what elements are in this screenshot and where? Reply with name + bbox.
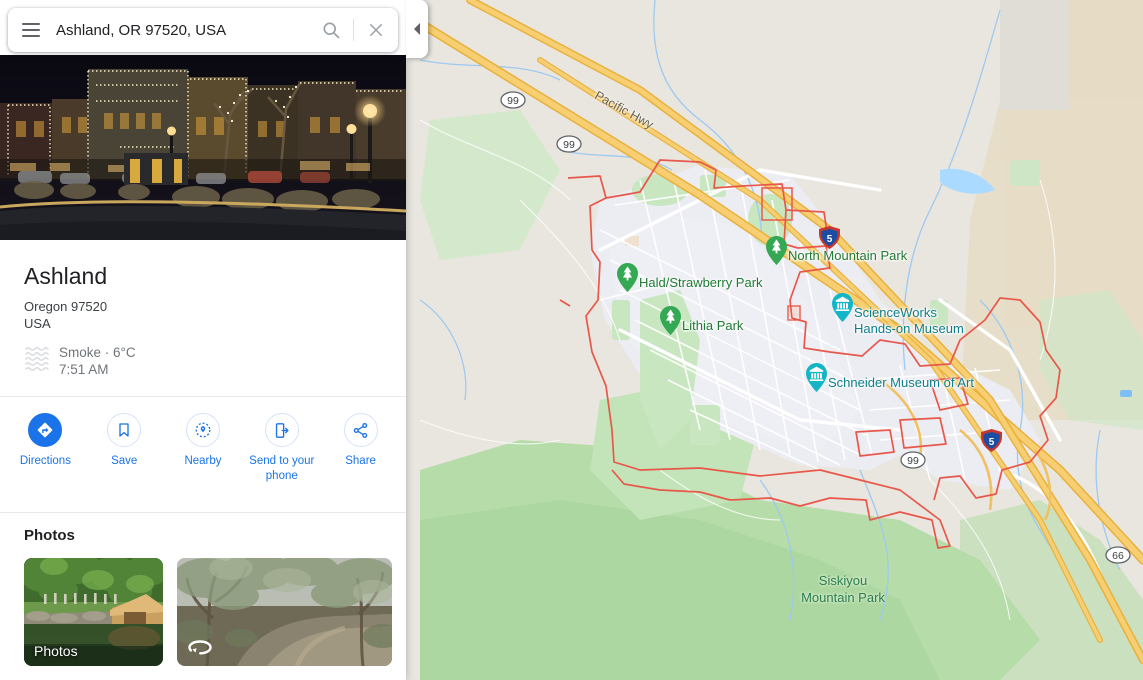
svg-text:99: 99: [907, 455, 919, 467]
send-to-phone-icon: [264, 413, 299, 447]
map-road-label: Pacific Hwy: [592, 88, 656, 132]
search-bar: [8, 8, 398, 52]
hamburger-menu-icon[interactable]: [8, 8, 54, 52]
place-title: Ashland: [24, 263, 108, 289]
map-poi-label[interactable]: North Mountain Park: [788, 248, 907, 264]
weather-time: 7:51 AM: [59, 362, 109, 377]
highway-shield: 5: [981, 429, 1002, 452]
360-icon: [188, 640, 212, 655]
save-button[interactable]: Save: [85, 413, 164, 469]
park-pin-icon: [617, 263, 638, 292]
map-poi-marker[interactable]: [806, 363, 827, 392]
hero-night-street-scene: [0, 55, 406, 240]
svg-text:99: 99: [563, 139, 575, 151]
svg-text:66: 66: [1112, 550, 1124, 562]
send-to-phone-button[interactable]: Send to your phone: [242, 413, 321, 484]
collapse-panel-button[interactable]: [406, 0, 428, 58]
search-input[interactable]: [54, 21, 309, 39]
map-poi-label[interactable]: Lithia Park: [682, 318, 743, 334]
search-icon[interactable]: [309, 8, 353, 52]
map-poi-marker[interactable]: [660, 306, 681, 335]
park-pin-icon: [660, 306, 681, 335]
bookmark-icon: [107, 413, 142, 447]
map-poi-marker[interactable]: [832, 293, 853, 322]
weather-info: Smoke · 6°C 7:51 AM: [24, 344, 382, 378]
directions-button[interactable]: Directions: [6, 413, 85, 469]
highway-shield: 99: [500, 91, 526, 109]
map-poi-marker[interactable]: [766, 236, 787, 265]
place-hero-image[interactable]: [0, 55, 406, 240]
place-info: Ashland Oregon 97520 USA Smoke · 6°C 7:5…: [0, 262, 406, 378]
directions-label: Directions: [19, 455, 71, 467]
share-label: Share: [345, 455, 376, 467]
nearby-label: Nearby: [184, 455, 222, 467]
photo-1-label: Photos: [34, 643, 78, 659]
map-area-label: Siskiyou Mountain Park: [801, 573, 885, 605]
nearby-pin-icon: [185, 413, 220, 447]
directions-icon: [28, 413, 63, 447]
photos-list: Photos: [0, 544, 406, 680]
google-maps-app: North Mountain Park Hald/Strawberry Park L…: [0, 0, 1143, 680]
place-action-bar: Directions Save Nearby Send to your phon…: [0, 397, 406, 494]
highway-shield: 5: [819, 226, 840, 249]
close-icon[interactable]: [354, 8, 398, 52]
send-to-phone-label: Send to your phone: [249, 455, 315, 482]
highway-shield: 99: [900, 451, 926, 469]
place-details-panel: Ashland Oregon 97520 USA Smoke · 6°C 7:5…: [0, 0, 406, 680]
museum-pin-icon: [806, 363, 827, 392]
svg-text:5: 5: [827, 234, 833, 245]
photo-thumbnail-1[interactable]: Photos: [24, 558, 163, 666]
park-pin-icon: [766, 236, 787, 265]
museum-pin-icon: [832, 293, 853, 322]
map-poi-label[interactable]: Hald/Strawberry Park: [639, 275, 763, 291]
share-button[interactable]: Share: [321, 413, 400, 469]
photo-thumbnail-2[interactable]: [177, 558, 392, 666]
share-icon: [343, 413, 378, 447]
place-country: USA: [24, 316, 51, 331]
svg-text:99: 99: [507, 95, 519, 107]
highway-shield: 99: [556, 135, 582, 153]
map-poi-marker[interactable]: [617, 263, 638, 292]
map-poi-label[interactable]: ScienceWorks Hands-on Museum: [854, 305, 964, 337]
place-region: Oregon 97520: [24, 299, 108, 314]
svg-text:5: 5: [989, 437, 995, 448]
photos-heading: Photos: [24, 527, 75, 544]
map-poi-label[interactable]: Schneider Museum of Art: [828, 375, 974, 391]
weather-text: Smoke · 6°C 7:51 AM: [59, 344, 136, 378]
smoke-icon: [25, 347, 49, 371]
chevron-left-icon: [414, 23, 420, 35]
weather-condition: Smoke · 6°C: [59, 345, 136, 360]
highway-shield: 66: [1105, 546, 1131, 564]
nearby-button[interactable]: Nearby: [164, 413, 243, 469]
panel-scroll-area[interactable]: Ashland Oregon 97520 USA Smoke · 6°C 7:5…: [0, 0, 406, 680]
save-label: Save: [111, 455, 138, 467]
